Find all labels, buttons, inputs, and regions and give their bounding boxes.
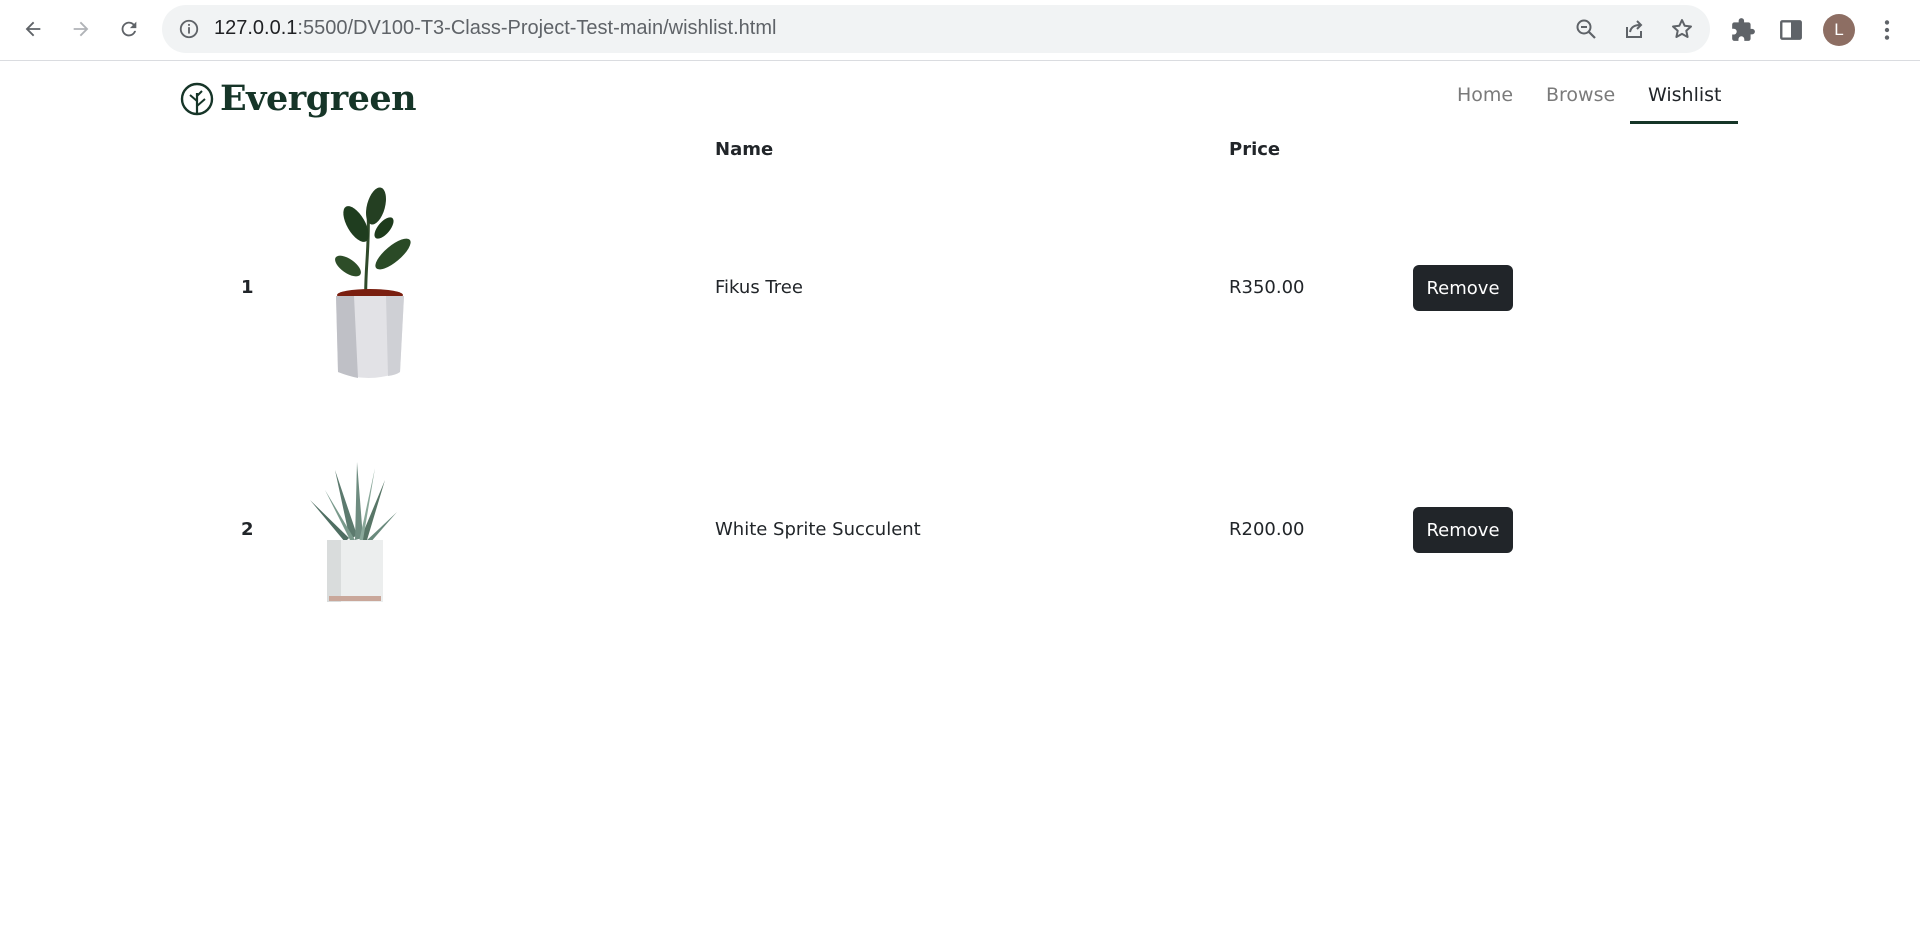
active-nav-indicator — [1630, 121, 1738, 124]
forward-button[interactable] — [63, 11, 99, 47]
nav-home[interactable]: Home — [1457, 84, 1513, 106]
brand-logo[interactable]: Evergreen — [180, 78, 417, 119]
site-info-icon[interactable] — [178, 18, 200, 40]
remove-button[interactable]: Remove — [1413, 265, 1513, 311]
reload-button[interactable] — [111, 11, 147, 47]
row-index: 2 — [241, 519, 254, 540]
item-price: R350.00 — [1229, 277, 1305, 298]
extensions-puzzle-icon[interactable] — [1730, 17, 1756, 43]
ficus-plant-icon — [335, 187, 411, 378]
kebab-menu-icon[interactable] — [1874, 17, 1900, 43]
profile-avatar[interactable]: L — [1823, 14, 1855, 46]
item-price: R200.00 — [1229, 519, 1305, 540]
nav-browse[interactable]: Browse — [1546, 84, 1615, 106]
column-header-price: Price — [1229, 139, 1281, 160]
item-name: White Sprite Succulent — [715, 519, 921, 540]
remove-button[interactable]: Remove — [1413, 507, 1513, 553]
side-panel-icon[interactable] — [1778, 17, 1804, 43]
column-header-name: Name — [715, 139, 774, 160]
reload-icon — [121, 21, 137, 37]
item-name: Fikus Tree — [715, 277, 803, 298]
browser-toolbar: 127.0.0.1:5500/DV100-T3-Class-Project-Te… — [0, 0, 1920, 61]
url-text[interactable]: 127.0.0.1:5500/DV100-T3-Class-Project-Te… — [214, 17, 776, 40]
back-button[interactable] — [15, 11, 51, 47]
forward-arrow-icon — [73, 21, 89, 37]
bookmark-star-icon[interactable] — [1670, 17, 1694, 41]
address-bar[interactable]: 127.0.0.1:5500/DV100-T3-Class-Project-Te… — [162, 5, 1710, 53]
share-icon[interactable] — [1622, 17, 1646, 41]
succulent-plant-icon — [310, 462, 397, 602]
back-arrow-icon — [25, 21, 41, 37]
brand-name: Evergreen — [220, 78, 417, 119]
zoom-out-icon[interactable] — [1574, 17, 1598, 41]
leaf-logo-icon — [180, 82, 214, 115]
row-index: 1 — [241, 277, 254, 298]
nav-wishlist[interactable]: Wishlist — [1648, 84, 1722, 106]
